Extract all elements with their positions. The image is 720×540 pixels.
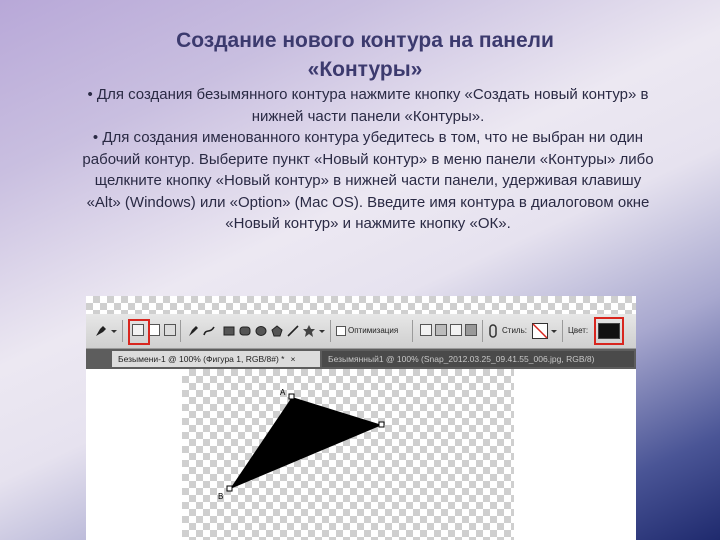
tab-document-1[interactable]: Безымени-1 @ 100% (Фигура 1, RGB/8#) * × <box>112 351 320 367</box>
color-label: Цвет: <box>568 326 589 335</box>
anchor-point[interactable] <box>226 485 233 492</box>
freeform-pen-icon[interactable] <box>202 324 216 338</box>
add-mode-icon[interactable] <box>420 324 432 336</box>
tab-document-2[interactable]: Безымянный1 @ 100% (Snap_2012.03.25_09.4… <box>322 351 634 367</box>
title-line-1: Создание нового контура на панели <box>176 29 554 52</box>
tab-label: Безымянный1 @ 100% (Snap_2012.03.25_09.4… <box>328 354 595 364</box>
link-icon[interactable] <box>488 324 498 338</box>
polygon-icon[interactable] <box>270 324 284 338</box>
anchor-label: B <box>218 492 223 501</box>
slide-body: • Для создания безымянного контура нажми… <box>78 84 658 235</box>
options-bar: Оптимизация Стиль: Цвет: <box>86 314 636 349</box>
pen-icon[interactable] <box>186 324 200 338</box>
chevron-down-icon[interactable] <box>318 324 326 338</box>
rounded-rectangle-icon[interactable] <box>238 324 252 338</box>
highlight-color-swatch <box>594 317 624 345</box>
rectangle-icon[interactable] <box>222 324 236 338</box>
ellipse-icon[interactable] <box>254 324 268 338</box>
canvas-strip-top <box>86 296 636 314</box>
triangle-shape[interactable]: A B <box>182 369 514 540</box>
anchor-label: A <box>280 388 286 397</box>
title-line-2: «Контуры» <box>307 58 423 81</box>
anchor-point[interactable] <box>288 393 295 400</box>
photoshop-screenshot: Оптимизация Стиль: Цвет: Безымени-1 @ 10… <box>86 296 636 540</box>
line-icon[interactable] <box>286 324 300 338</box>
auto-add-delete-label: Оптимизация <box>348 326 399 335</box>
slide-title: Создание нового контура на панели «Конту… <box>60 26 670 84</box>
fill-pixels-icon[interactable] <box>164 324 176 336</box>
pen-tool-icon[interactable] <box>94 324 108 338</box>
tab-label: Безымени-1 @ 100% (Фигура 1, RGB/8#) * <box>118 354 285 364</box>
highlight-paths-button <box>128 319 150 345</box>
auto-add-delete-checkbox[interactable] <box>336 326 346 336</box>
close-icon[interactable]: × <box>290 354 295 364</box>
document-tabs: Безымени-1 @ 100% (Фигура 1, RGB/8#) * × … <box>86 349 636 369</box>
document-canvas[interactable]: A B <box>182 369 514 540</box>
style-picker-icon[interactable] <box>532 323 548 339</box>
chevron-down-icon[interactable] <box>110 324 118 338</box>
bullet-named-path: • Для создания именованного контура убед… <box>82 129 654 232</box>
subtract-mode-icon[interactable] <box>435 324 447 336</box>
intersect-mode-icon[interactable] <box>450 324 462 336</box>
anchor-point[interactable] <box>378 421 385 428</box>
exclude-mode-icon[interactable] <box>465 324 477 336</box>
style-label: Стиль: <box>502 326 527 335</box>
bullet-unnamed-path: • Для создания безымянного контура нажми… <box>87 86 649 125</box>
document-workspace: A B <box>86 369 636 540</box>
chevron-down-icon[interactable] <box>550 324 558 338</box>
custom-shape-icon[interactable] <box>302 324 316 338</box>
